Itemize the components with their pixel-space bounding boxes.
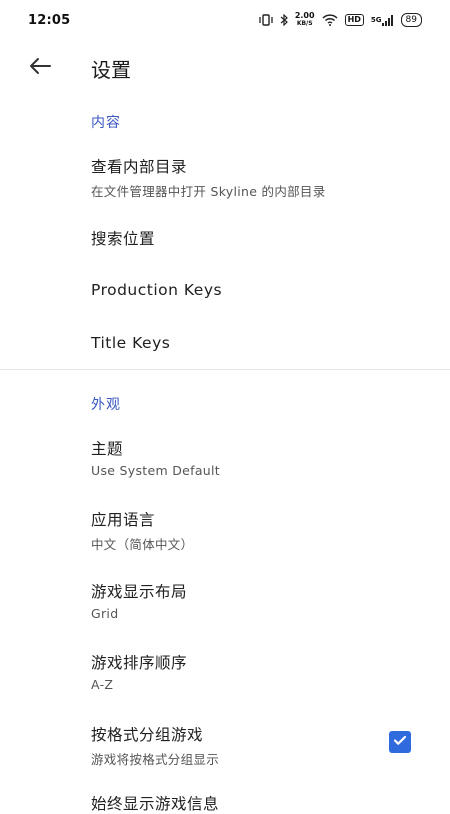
speed-value: 2.00: [294, 11, 315, 20]
setting-title: 主题: [91, 440, 124, 458]
bluetooth-icon: [280, 14, 288, 26]
section-divider: [0, 369, 450, 370]
setting-always-show-game-info[interactable]: 始终显示游戏信息: [91, 792, 430, 814]
setting-title: 搜索位置: [91, 230, 156, 248]
network-speed: 2.00 KB/S: [295, 12, 315, 28]
setting-theme[interactable]: 主题 Use System Default: [91, 437, 430, 478]
status-time: 12:05: [28, 12, 71, 28]
setting-subtitle: 中文（简体中文）: [91, 537, 194, 552]
setting-subtitle: 在文件管理器中打开 Skyline 的内部目录: [91, 184, 326, 199]
setting-subtitle: A-Z: [91, 677, 114, 692]
setting-production-keys[interactable]: Production Keys: [91, 281, 430, 299]
vibrate-icon: [259, 14, 273, 26]
hd-badge: HD: [344, 14, 364, 26]
setting-title: 按格式分组游戏: [91, 726, 204, 744]
section-header-content: 内容: [91, 115, 121, 131]
setting-title: 游戏排序顺序: [91, 654, 188, 672]
setting-game-layout[interactable]: 游戏显示布局 Grid: [91, 580, 430, 621]
setting-game-sort-order[interactable]: 游戏排序顺序 A-Z: [91, 651, 430, 692]
setting-title: 应用语言: [91, 511, 156, 529]
section-header-appearance: 外观: [91, 397, 121, 413]
setting-subtitle: Use System Default: [91, 463, 220, 478]
signal-label: 5G: [370, 16, 382, 24]
setting-subtitle: Grid: [91, 606, 119, 621]
setting-title: Title Keys: [91, 334, 171, 352]
setting-search-location[interactable]: 搜索位置: [91, 227, 430, 249]
setting-title-keys[interactable]: Title Keys: [91, 334, 430, 352]
checkmark-icon: [392, 732, 408, 752]
speed-unit: KB/S: [296, 20, 313, 27]
app-bar: 设置: [0, 40, 450, 96]
setting-subtitle: 游戏将按格式分组显示: [91, 752, 220, 767]
back-button[interactable]: [20, 48, 60, 88]
page-title: 设置: [91, 58, 131, 82]
setting-open-internal-dir[interactable]: 查看内部目录 在文件管理器中打开 Skyline 的内部目录: [91, 155, 430, 200]
setting-title: 游戏显示布局: [91, 583, 188, 601]
setting-title: 始终显示游戏信息: [91, 795, 220, 813]
setting-title: Production Keys: [91, 281, 223, 299]
status-icons: 2.00 KB/S HD 5G 89: [259, 12, 422, 28]
setting-app-language[interactable]: 应用语言 中文（简体中文）: [91, 508, 430, 553]
status-bar: 12:05 2.00 KB/S HD 5G 89: [0, 0, 450, 40]
battery-level: 89: [405, 15, 417, 25]
setting-group-by-format[interactable]: 按格式分组游戏 游戏将按格式分组显示: [91, 723, 380, 768]
wifi-icon: [322, 14, 338, 26]
signal-icon: 5G: [370, 14, 394, 26]
battery-indicator: 89: [400, 13, 422, 27]
arrow-left-icon: [29, 57, 51, 79]
setting-title: 查看内部目录: [91, 158, 188, 176]
group-by-format-checkbox[interactable]: [389, 731, 411, 753]
